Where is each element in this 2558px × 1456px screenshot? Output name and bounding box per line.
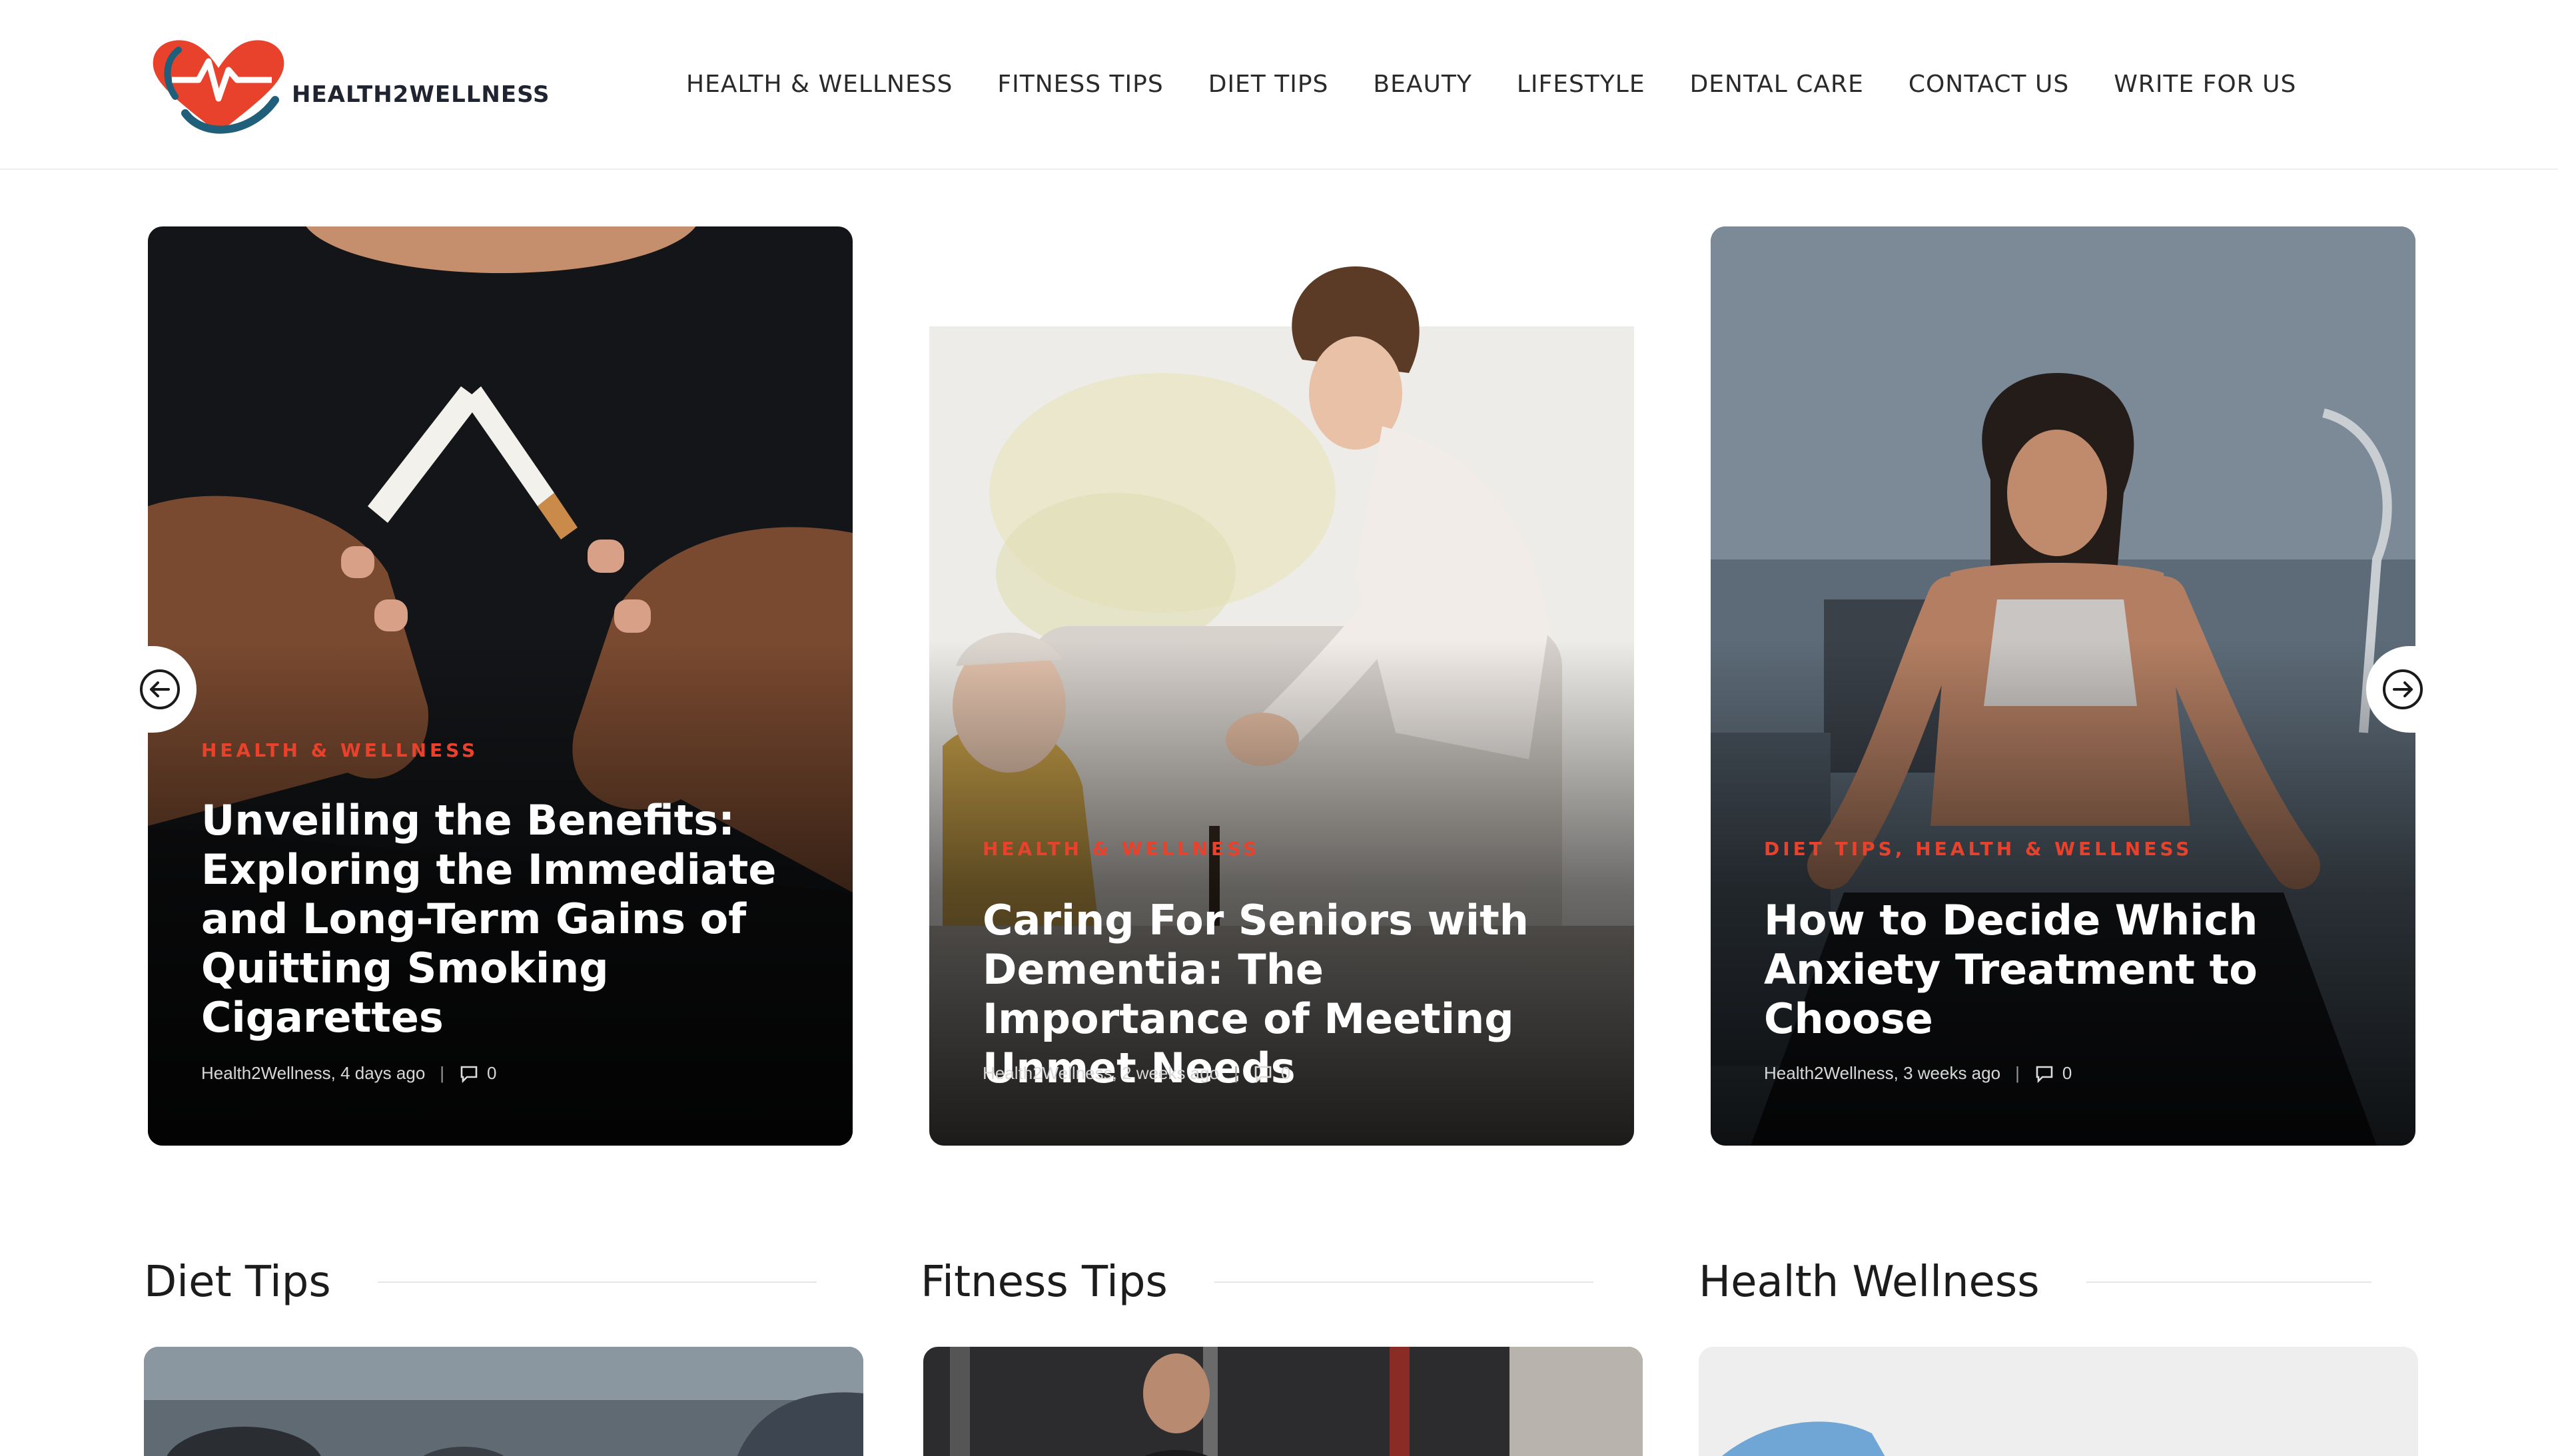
comment-count: 0 <box>487 1063 497 1083</box>
slider-card[interactable]: HEALTH & WELLNESS Caring For Seniors wit… <box>929 226 1634 1146</box>
section-post-image[interactable] <box>144 1347 863 1456</box>
comment-icon <box>2036 1066 2053 1083</box>
card-author-date: Health2Wellness, 3 weeks ago <box>1764 1063 2001 1083</box>
card-comments[interactable]: 0 <box>2034 1063 2072 1084</box>
section-title[interactable]: Fitness Tips <box>921 1258 1168 1307</box>
card-title[interactable]: How to Decide Which Anxiety Treatment to… <box>1764 896 2383 1044</box>
section-post-image[interactable] <box>923 1347 1643 1456</box>
nav-item-lifestyle[interactable]: LIFESTYLE <box>1517 71 1645 98</box>
logo-text: HEALTH2WELLNESS <box>292 81 550 108</box>
section-title[interactable]: Health Wellness <box>1699 1258 2040 1307</box>
comment-count: 0 <box>2062 1063 2072 1083</box>
nav-item-contact-us[interactable]: CONTACT US <box>1909 71 2069 98</box>
slider-card[interactable]: DIET TIPS, HEALTH & WELLNESS How to Deci… <box>1711 226 2415 1146</box>
site-logo[interactable]: HEALTH2WELLNESS <box>145 33 550 140</box>
card-comments[interactable]: 0 <box>459 1063 497 1084</box>
nav-item-diet-tips[interactable]: DIET TIPS <box>1208 71 1329 98</box>
section-header-health-wellness: Health Wellness <box>1699 1252 2371 1312</box>
arrow-left-circle-icon <box>140 669 180 709</box>
site-header: HEALTH2WELLNESS HEALTH & WELLNESS FITNES… <box>0 0 2558 170</box>
card-author-date: Health2Wellness, 4 days ago <box>201 1063 426 1083</box>
nav-item-beauty[interactable]: BEAUTY <box>1373 71 1472 98</box>
main-nav: HEALTH & WELLNESS FITNESS TIPS DIET TIPS… <box>686 71 2341 98</box>
card-title[interactable]: Unveiling the Benefits: Exploring the Im… <box>201 796 821 1042</box>
heart-pulse-logo-icon <box>153 40 284 134</box>
section-divider <box>377 1281 817 1283</box>
section-header-fitness-tips: Fitness Tips <box>921 1252 1593 1312</box>
card-meta: Health2Wellness, 2 weeks ago | 0 <box>983 1063 1291 1084</box>
section-header-diet-tips: Diet Tips <box>144 1252 817 1312</box>
arrow-right-circle-icon <box>2383 669 2423 709</box>
card-category[interactable]: HEALTH & WELLNESS <box>983 838 1260 860</box>
card-meta: Health2Wellness, 4 days ago | 0 <box>201 1063 497 1084</box>
section-divider <box>1214 1281 1593 1283</box>
nav-item-health-wellness[interactable]: HEALTH & WELLNESS <box>686 71 953 98</box>
section-post-image[interactable] <box>1699 1347 2418 1456</box>
card-category[interactable]: DIET TIPS, HEALTH & WELLNESS <box>1764 838 2192 860</box>
nav-item-dental-care[interactable]: DENTAL CARE <box>1690 71 1864 98</box>
comment-count: 0 <box>1280 1063 1291 1083</box>
card-meta: Health2Wellness, 3 weeks ago | 0 <box>1764 1063 2072 1084</box>
section-divider <box>2086 1281 2371 1283</box>
comment-icon <box>460 1066 478 1083</box>
section-title[interactable]: Diet Tips <box>144 1258 331 1307</box>
comment-icon <box>1254 1066 1272 1083</box>
slider-card[interactable]: HEALTH & WELLNESS Unveiling the Benefits… <box>148 226 853 1146</box>
featured-slider: HEALTH & WELLNESS Unveiling the Benefits… <box>0 226 2558 1152</box>
card-comments[interactable]: 0 <box>1253 1063 1290 1084</box>
nav-item-fitness-tips[interactable]: FITNESS TIPS <box>997 71 1163 98</box>
card-author-date: Health2Wellness, 2 weeks ago <box>983 1063 1220 1083</box>
nav-item-write-for-us[interactable]: WRITE FOR US <box>2114 71 2296 98</box>
card-category[interactable]: HEALTH & WELLNESS <box>201 739 478 761</box>
